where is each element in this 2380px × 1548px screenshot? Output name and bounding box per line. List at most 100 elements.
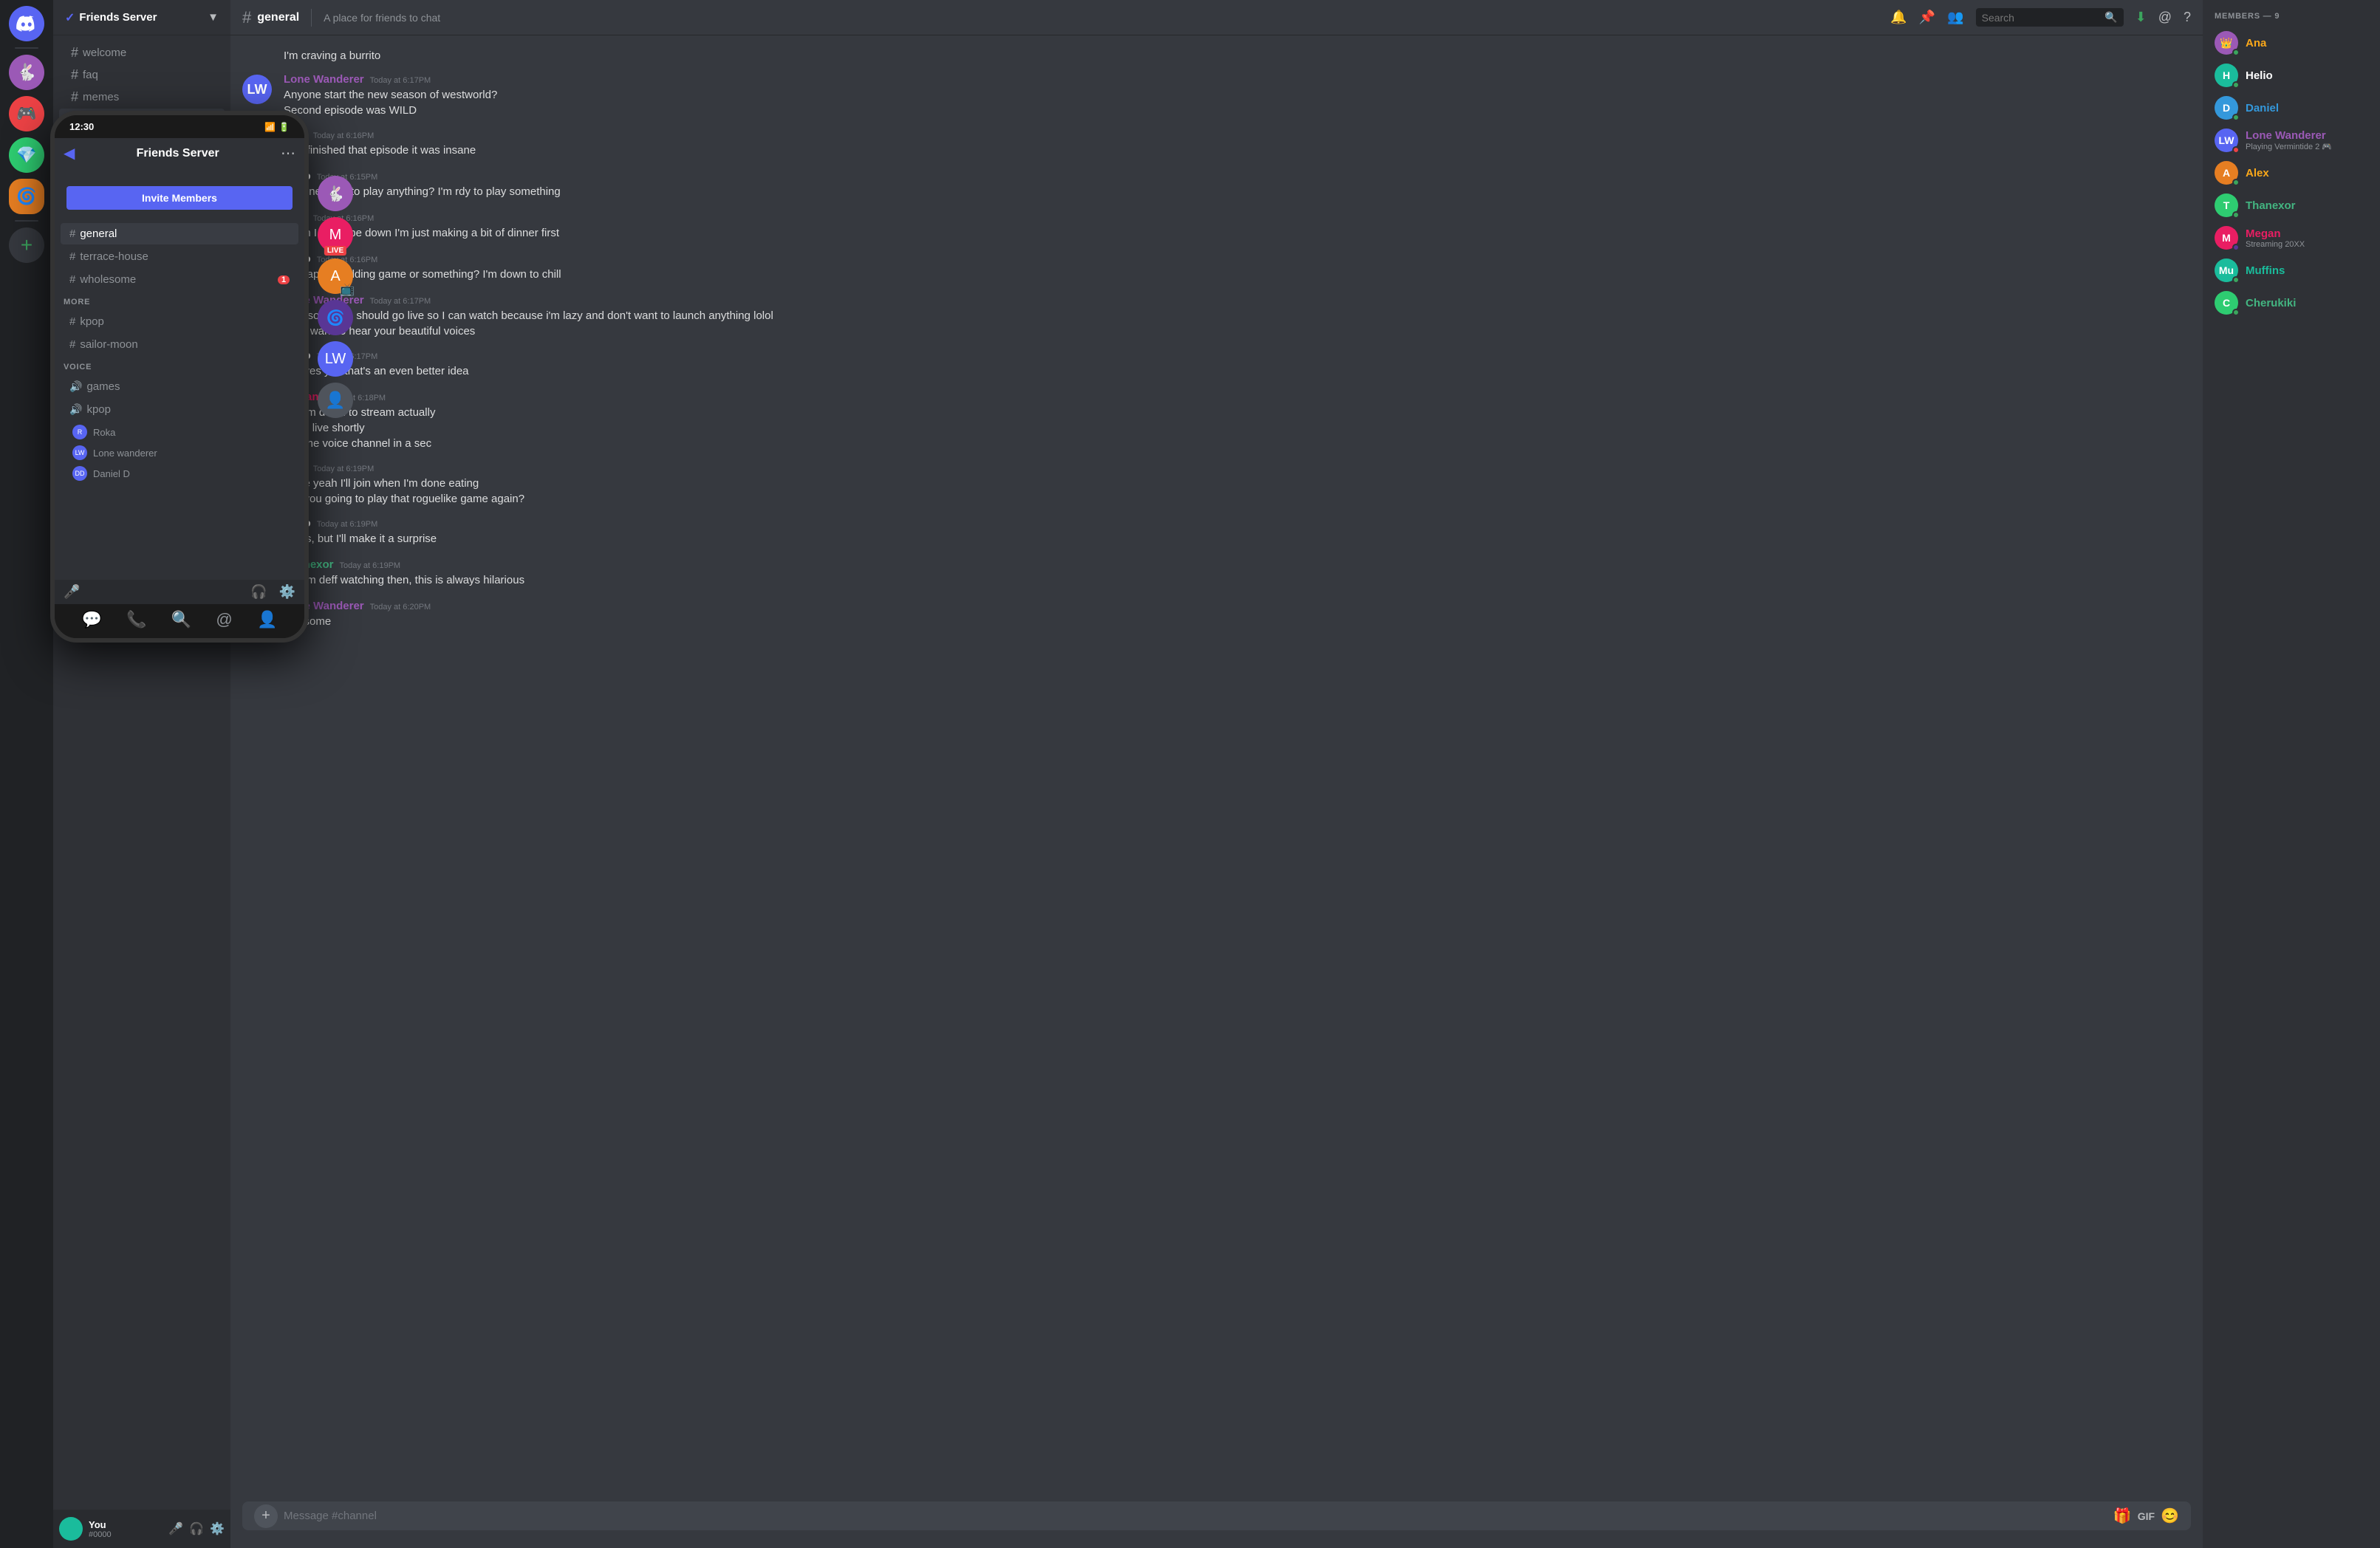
dm-item-4[interactable]: LW (318, 341, 353, 377)
message-header: Megan Today at 6:18PM (284, 391, 2191, 403)
message-timestamp: Today at 6:17PM (370, 297, 431, 306)
phone-server-name: Friends Server (137, 147, 219, 160)
channel-item-welcome[interactable]: # welcome (59, 42, 225, 64)
phone-invite-button[interactable]: Invite Members (66, 186, 293, 210)
member-item-ana[interactable]: 👑 Ana (2209, 27, 2374, 59)
dm-item-1[interactable]: 🐇 (318, 176, 353, 211)
member-name-lone-wanderer: Lone Wanderer (2246, 129, 2368, 142)
dm-item-5[interactable]: 👤 (318, 383, 353, 418)
member-item-thanexor[interactable]: T Thanexor (2209, 189, 2374, 222)
message-text: awesome (284, 614, 2191, 629)
dm-item-3[interactable]: 🌀 (318, 300, 353, 335)
phone-voice-name-games: games (86, 380, 120, 393)
at-icon[interactable]: @ (2158, 10, 2172, 25)
member-item-lone-wanderer[interactable]: LW Lone Wanderer Playing Vermintide 2 🎮 (2209, 124, 2374, 157)
phone-nav-calls[interactable]: 📞 (126, 610, 146, 629)
add-server-button[interactable]: + (9, 227, 44, 263)
phone-app-header: ◀ Friends Server ⋯ (55, 138, 304, 168)
discord-home-icon[interactable] (9, 6, 44, 41)
message-row: LW Lone Wanderer Today at 6:17PM Ohh som… (230, 285, 2203, 340)
message-content: Alex Today at 6:16PM Ohhh I could be dow… (284, 211, 2191, 241)
stream-icon: 📺 (340, 282, 355, 297)
dm-item-live[interactable]: M LIVE (318, 217, 353, 253)
back-icon[interactable]: ◀ (64, 144, 75, 162)
message-text: I'll go live shortly (284, 420, 2191, 436)
server-name: Friends Server (79, 11, 157, 24)
download-icon[interactable]: ⬇ (2135, 10, 2147, 25)
member-item-muffins[interactable]: Mu Muffins (2209, 254, 2374, 287)
phone-nav-search[interactable]: 🔍 (171, 610, 191, 629)
server-name-container: ✓ Friends Server (65, 10, 157, 25)
server-header[interactable]: ✓ Friends Server ▼ (53, 0, 230, 35)
channel-name-faq: faq (83, 69, 219, 81)
pin-icon[interactable]: 📌 (1919, 10, 1935, 25)
help-icon[interactable]: ? (2184, 10, 2191, 25)
member-status-dnd (2232, 146, 2240, 154)
live-badge: LIVE (324, 246, 346, 256)
message-text: Second episode was WILD (284, 103, 2191, 118)
dm-item-stream[interactable]: A 📺 (318, 258, 353, 294)
phone-channel-general[interactable]: # general (61, 223, 298, 244)
channel-header-name: general (257, 11, 299, 24)
settings-icon-phone[interactable]: ⚙️ (279, 584, 295, 600)
message-row: T Thanexor Today at 6:19PM Oh I'm deff w… (230, 549, 2203, 591)
headphones-icon[interactable]: 🎧 (250, 584, 267, 600)
search-input[interactable] (1982, 12, 2099, 24)
phone-voice-avatar: R (72, 425, 87, 439)
bell-icon[interactable]: 🔔 (1890, 10, 1907, 25)
gift-icon[interactable]: 🎁 (2113, 1507, 2132, 1525)
hash-icon: # (69, 315, 75, 328)
server-icon-active[interactable]: 🌀 (9, 179, 44, 214)
audio-settings-icon[interactable]: 🎤 (64, 584, 80, 600)
members-icon[interactable]: 👥 (1947, 10, 1963, 25)
phone-voice-member-roka[interactable]: R Roka (55, 422, 304, 442)
message-text: Are you going to play that roguelike gam… (284, 491, 2191, 507)
server-dropdown-icon[interactable]: ▼ (208, 11, 219, 24)
phone-voice-name-kpop: kpop (86, 403, 111, 416)
member-item-alex[interactable]: A Alex (2209, 157, 2374, 189)
member-status-online (2232, 179, 2240, 186)
more-options-icon[interactable]: ⋯ (281, 144, 295, 162)
message-timestamp: Today at 6:16PM (313, 131, 375, 140)
main-content: # general A place for friends to chat 🔔 … (230, 0, 2203, 1548)
add-file-button[interactable]: + (254, 1504, 278, 1528)
message-content: Helio Today at 6:15PM Anyone want to pla… (284, 170, 2191, 199)
server-icon-2[interactable]: 🎮 (9, 96, 44, 131)
server-icon-friends[interactable]: 💎 (9, 137, 44, 173)
member-item-helio[interactable]: H Helio (2209, 59, 2374, 92)
message-header: Alex Today at 6:16PM (284, 211, 2191, 224)
phone-nav-mentions[interactable]: @ (216, 610, 232, 629)
search-bar[interactable]: 🔍 (1976, 8, 2124, 27)
phone-voice-games[interactable]: 🔊 games (61, 376, 298, 397)
emoji-icon[interactable]: 😊 (2161, 1507, 2179, 1525)
phone-channel-name-kpop: kpop (80, 315, 104, 328)
channel-item-memes[interactable]: # memes (59, 86, 225, 108)
message-input[interactable] (284, 1501, 2107, 1530)
message-content: Helio Today at 6:19PM probs, but I'll ma… (284, 517, 2191, 547)
phone-voice-avatar: LW (72, 445, 87, 460)
phone-channel-terrace[interactable]: # terrace-house (61, 246, 298, 267)
channel-item-faq[interactable]: # faq (59, 64, 225, 86)
phone-channel-kpop[interactable]: # kpop (61, 311, 298, 332)
member-item-daniel[interactable]: D Daniel (2209, 92, 2374, 124)
settings-icon[interactable]: ⚙️ (210, 1521, 225, 1536)
phone-channel-sailor-moon[interactable]: # sailor-moon (61, 334, 298, 355)
member-status-online (2232, 211, 2240, 219)
phone-channel-wholesome[interactable]: # wholesome 1 (61, 269, 298, 290)
phone-nav-messages[interactable]: 💬 (82, 610, 102, 629)
member-item-megan[interactable]: M Megan Streaming 20XX (2209, 222, 2374, 254)
message-avatar: LW (242, 75, 272, 104)
deafen-icon[interactable]: 🎧 (189, 1521, 204, 1536)
gif-icon[interactable]: GIF (2138, 1510, 2155, 1522)
mute-icon[interactable]: 🎤 (168, 1521, 183, 1536)
message-row: LW Lone Wanderer Today at 6:17PM Anyone … (230, 64, 2203, 120)
server-icon-1[interactable]: 🐇 (9, 55, 44, 90)
member-info: Daniel (2246, 102, 2368, 114)
phone-voice-member-daniel[interactable]: DD Daniel D (55, 463, 304, 484)
member-item-cherukiki[interactable]: C Cherukiki (2209, 287, 2374, 319)
phone-nav-profile[interactable]: 👤 (257, 610, 277, 629)
channel-hash-icon: # (242, 8, 251, 27)
phone-voice-member-lone[interactable]: LW Lone wanderer (55, 442, 304, 463)
phone-voice-kpop[interactable]: 🔊 kpop (61, 399, 298, 420)
header-icons: 🔔 📌 👥 🔍 ⬇ @ ? (1890, 8, 2191, 27)
